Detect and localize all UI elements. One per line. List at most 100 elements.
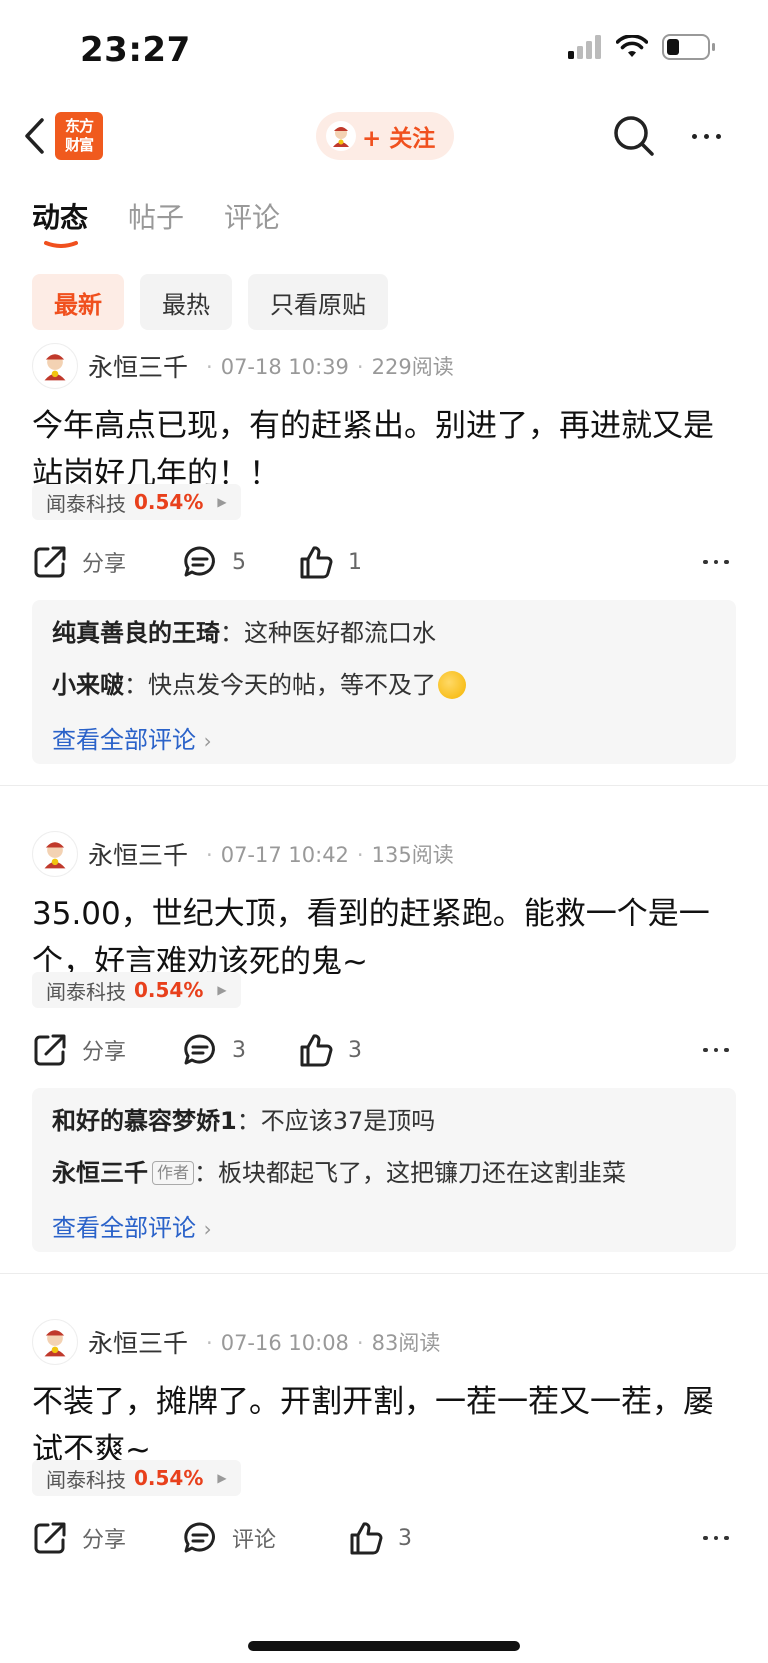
post-more-options-icon[interactable] xyxy=(696,1516,736,1560)
post-date: 07-16 10:08 xyxy=(220,1331,349,1355)
user-avatar-icon xyxy=(326,121,356,151)
comment-count: 3 xyxy=(232,1037,246,1063)
like-count: 3 xyxy=(398,1525,412,1551)
status-icons xyxy=(568,34,716,60)
author-avatar[interactable] xyxy=(32,1319,78,1365)
back-button[interactable] xyxy=(16,114,52,158)
follow-label: + 关注 xyxy=(362,126,436,152)
comment-bubble-icon xyxy=(184,546,215,577)
share-button[interactable]: 分享 xyxy=(32,1516,126,1560)
search-icon xyxy=(614,116,654,156)
comment-author[interactable]: 小来啵 xyxy=(52,671,124,699)
colon: ： xyxy=(220,619,244,647)
play-arrow-icon: ▶ xyxy=(217,1471,227,1485)
post-reads: 135阅读 xyxy=(371,843,454,867)
tab-posts[interactable]: 帖子 xyxy=(128,196,184,248)
chevron-right-icon: › xyxy=(203,729,212,753)
comment-author[interactable]: 和好的慕容梦娇1 xyxy=(52,1107,237,1135)
post-header: 永恒三千 · 07-16 10:08 · 83阅读 xyxy=(32,1318,440,1366)
share-button[interactable]: 分享 xyxy=(32,540,126,584)
share-icon xyxy=(34,546,66,578)
tab-label: 帖子 xyxy=(128,201,185,234)
comment-author[interactable]: 纯真善良的王琦 xyxy=(52,619,220,647)
author-avatar[interactable] xyxy=(32,343,78,389)
wifi-icon xyxy=(616,35,648,57)
comment-button[interactable]: 评论 xyxy=(182,1516,276,1560)
comment-bubble-icon xyxy=(184,1522,215,1553)
separator-dot: · xyxy=(206,355,213,379)
post-meta: · 07-17 10:42 · 135阅读 xyxy=(198,839,454,869)
comment-item[interactable]: 和好的慕容梦娇1：不应该37是顶吗 xyxy=(52,1104,716,1138)
chevron-right-icon: › xyxy=(203,1217,212,1241)
filter-hottest[interactable]: 最热 xyxy=(140,274,232,330)
like-button[interactable]: 1 xyxy=(298,540,362,584)
more-options-icon[interactable] xyxy=(682,112,730,160)
author-name[interactable]: 永恒三千 xyxy=(88,836,188,872)
comment-text: 快点发今天的帖，等不及了 xyxy=(148,671,436,699)
comment-author[interactable]: 永恒三千 xyxy=(52,1159,148,1187)
post-actions: 分享 评论 3 xyxy=(32,1516,736,1560)
comments-preview: 和好的慕容梦娇1：不应该37是顶吗 永恒三千 作者 ：板块都起飞了，这把镰刀还在这割… xyxy=(32,1088,736,1252)
comment-text: 板块都起飞了，这把镰刀还在这割韭菜 xyxy=(218,1159,627,1187)
app-logo-text: 东方 财富 xyxy=(64,117,94,154)
tab-label: 评论 xyxy=(224,201,281,234)
stock-tag[interactable]: 闻泰科技 0.54% ▶ xyxy=(32,972,241,1008)
filter-latest[interactable]: 最新 xyxy=(32,274,124,330)
like-count: 1 xyxy=(348,549,362,575)
tab-bar: 动态 帖子 评论 xyxy=(32,196,280,248)
share-icon xyxy=(34,1034,66,1066)
search-button[interactable] xyxy=(610,112,658,160)
dot xyxy=(703,133,709,139)
avatar-icon xyxy=(44,1330,66,1357)
view-all-comments-link[interactable]: 查看全部评论 › xyxy=(52,1208,212,1243)
tab-comments[interactable]: 评论 xyxy=(224,196,280,248)
tab-label: 动态 xyxy=(32,201,89,234)
home-indicator[interactable] xyxy=(248,1641,520,1651)
author-name[interactable]: 永恒三千 xyxy=(88,1324,188,1360)
stock-change: 0.54% xyxy=(134,1466,204,1490)
thumbs-up-icon xyxy=(300,1034,333,1067)
comment-button[interactable]: 3 xyxy=(182,1028,246,1072)
author-name[interactable]: 永恒三千 xyxy=(88,348,188,384)
separator-dot: · xyxy=(206,843,213,867)
shy-face-emoji-icon xyxy=(438,671,466,699)
filter-original-only[interactable]: 只看原贴 xyxy=(248,274,388,330)
post-meta: · 07-16 10:08 · 83阅读 xyxy=(198,1327,440,1357)
dot xyxy=(713,559,719,565)
post-more-options-icon[interactable] xyxy=(696,540,736,584)
dot xyxy=(703,1047,708,1053)
comment-item[interactable]: 小来啵：快点发今天的帖，等不及了 xyxy=(52,668,716,702)
colon: ： xyxy=(124,671,148,699)
share-label: 分享 xyxy=(82,1040,127,1065)
comment-item[interactable]: 纯真善良的王琦：这种医好都流口水 xyxy=(52,616,716,650)
stock-tag[interactable]: 闻泰科技 0.54% ▶ xyxy=(32,1460,241,1496)
comment-item[interactable]: 永恒三千 作者 ：板块都起飞了，这把镰刀还在这割韭菜 xyxy=(52,1156,716,1190)
view-all-comments-link[interactable]: 查看全部评论 › xyxy=(52,720,212,755)
like-button[interactable]: 3 xyxy=(298,1028,362,1072)
post-more-options-icon[interactable] xyxy=(696,1028,736,1072)
follow-button[interactable]: + 关注 xyxy=(316,112,454,160)
comment-bubble-icon xyxy=(184,1034,215,1065)
comment-button[interactable]: 5 xyxy=(182,540,246,584)
dot xyxy=(724,1535,729,1541)
stock-change: 0.54% xyxy=(134,490,204,514)
app-logo: 东方 财富 xyxy=(55,112,103,160)
comment-count: 5 xyxy=(232,549,246,575)
like-button[interactable]: 3 xyxy=(348,1516,412,1560)
dot xyxy=(713,1047,719,1053)
dot xyxy=(715,133,721,139)
post-divider xyxy=(0,1273,768,1274)
share-label: 分享 xyxy=(82,552,127,577)
filter-bar: 最新 最热 只看原贴 xyxy=(32,274,388,330)
stock-tag[interactable]: 闻泰科技 0.54% ▶ xyxy=(32,484,241,520)
author-avatar[interactable] xyxy=(32,831,78,877)
avatar-icon xyxy=(44,354,66,381)
battery-icon xyxy=(662,34,715,60)
tab-dynamics[interactable]: 动态 xyxy=(32,196,88,248)
comment-text: 这种医好都流口水 xyxy=(244,619,436,647)
post-divider xyxy=(0,785,768,786)
dot xyxy=(713,1535,719,1541)
dot xyxy=(724,559,729,565)
share-button[interactable]: 分享 xyxy=(32,1028,126,1072)
chevron-left-icon xyxy=(25,118,44,154)
